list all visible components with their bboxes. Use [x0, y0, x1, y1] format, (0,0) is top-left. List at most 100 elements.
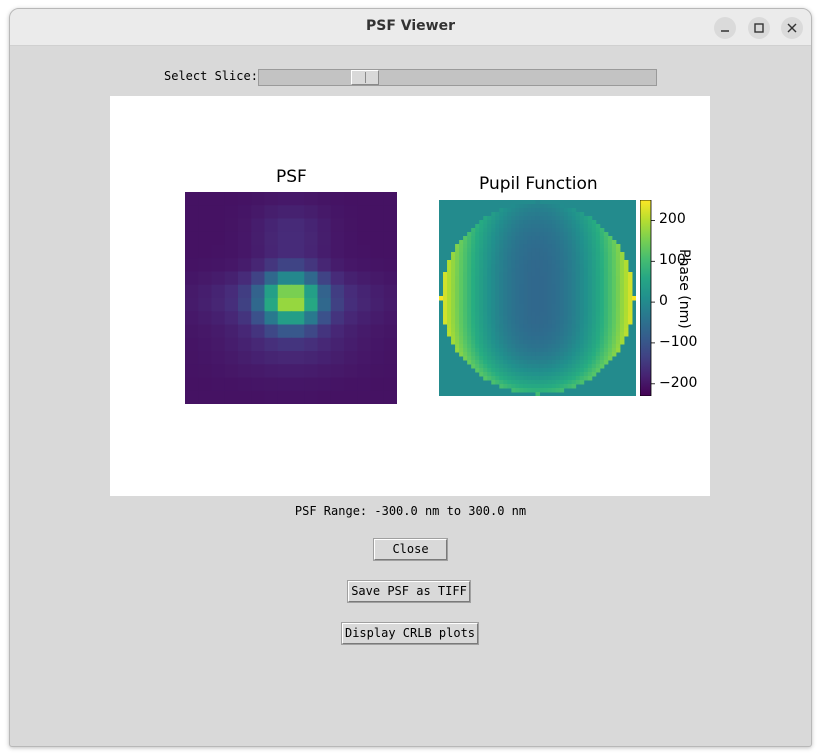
- pupil-pixel: [619, 332, 625, 337]
- pupil-pixel: [563, 280, 569, 285]
- pupil-pixel: [543, 308, 549, 313]
- pupil-pixel: [623, 304, 629, 309]
- pupil-pixel: [483, 236, 488, 241]
- pupil-pixel: [591, 368, 597, 373]
- pupil-pixel: [459, 316, 464, 321]
- pupil-pixel: [507, 328, 512, 333]
- pupil-pixel: [559, 376, 565, 381]
- pupil-pixel: [599, 324, 605, 329]
- pupil-pixel: [559, 372, 565, 377]
- pupil-pixel: [491, 376, 496, 381]
- pupil-pixel: [455, 344, 460, 349]
- pupil-pixel: [483, 276, 488, 281]
- slice-slider[interactable]: [258, 69, 657, 86]
- pupil-pixel: [615, 280, 621, 285]
- pupil-pixel: [503, 304, 508, 309]
- pupil-pixel: [547, 352, 553, 357]
- pupil-pixel: [443, 304, 448, 309]
- pupil-pixel: [507, 240, 512, 245]
- pupil-pixel: [443, 316, 448, 321]
- pupil-pixel: [463, 324, 468, 329]
- pupil-pixel: [607, 344, 613, 349]
- pupil-pixel: [519, 256, 524, 261]
- psf-pixel: [317, 390, 332, 404]
- pupil-pixel: [567, 336, 573, 341]
- pupil-pixel: [539, 216, 545, 221]
- pupil-pixel: [511, 292, 516, 297]
- pupil-pixel: [523, 300, 528, 305]
- display-crlb-plots-button[interactable]: Display CRLB plots: [341, 622, 479, 645]
- pupil-pixel: [567, 328, 573, 333]
- pupil-pixel: [527, 236, 532, 241]
- pupil-pixel: [579, 360, 585, 365]
- pupil-pixel: [495, 368, 500, 373]
- pupil-pixel: [471, 228, 476, 233]
- pupil-pixel: [495, 376, 500, 381]
- psf-pixel: [344, 258, 358, 273]
- pupil-pixel: [559, 340, 565, 345]
- pupil-pixel: [587, 280, 593, 285]
- pupil-pixel: [555, 368, 561, 373]
- psf-pixel: [304, 205, 319, 220]
- pupil-pixel: [467, 300, 472, 305]
- pupil-pixel: [547, 336, 553, 341]
- minimize-button[interactable]: [714, 17, 736, 39]
- pupil-pixel: [575, 372, 581, 377]
- pupil-pixel: [627, 292, 633, 297]
- psf-pixel: [211, 284, 226, 299]
- pupil-pixel: [547, 220, 553, 225]
- pupil-pixel: [499, 224, 504, 229]
- psf-pixel: [344, 218, 358, 233]
- pupil-pixel: [503, 376, 508, 381]
- pupil-pixel: [503, 316, 508, 321]
- pupil-pixel: [547, 368, 553, 373]
- pupil-pixel: [515, 268, 520, 273]
- pupil-pixel: [591, 372, 597, 377]
- psf-pixel: [185, 311, 199, 326]
- pupil-pixel: [523, 344, 528, 349]
- save-psf-tiff-button[interactable]: Save PSF as TIFF: [347, 580, 471, 603]
- pupil-pixel: [555, 328, 561, 333]
- pupil-pixel: [475, 344, 480, 349]
- pupil-pixel: [587, 232, 593, 237]
- pupil-pixel: [531, 312, 536, 317]
- pupil-pixel: [527, 348, 532, 353]
- pupil-pixel: [579, 296, 585, 301]
- pupil-pixel: [531, 356, 536, 361]
- pupil-pixel: [475, 276, 480, 281]
- maximize-button[interactable]: [748, 17, 770, 39]
- slice-slider-thumb[interactable]: [351, 70, 379, 85]
- pupil-pixel: [463, 280, 468, 285]
- pupil-pixel: [567, 288, 573, 293]
- pupil-pixel: [515, 368, 520, 373]
- pupil-pixel: [479, 324, 484, 329]
- pupil-pixel: [463, 332, 468, 337]
- pupil-pixel: [619, 288, 625, 293]
- pupil-pixel: [611, 320, 617, 325]
- pupil-pixel: [567, 300, 573, 305]
- pupil-pixel: [607, 324, 613, 329]
- psf-pixel: [291, 337, 305, 352]
- psf-pixel: [238, 271, 252, 286]
- pupil-pixel: [471, 288, 476, 293]
- pupil-pixel: [575, 288, 581, 293]
- pupil-pixel: [547, 288, 553, 293]
- close-button[interactable]: Close: [373, 538, 448, 561]
- psf-pixel: [344, 311, 358, 326]
- pupil-pixel: [563, 364, 569, 369]
- pupil-pixel: [519, 260, 524, 265]
- pupil-pixel: [467, 320, 472, 325]
- pupil-pixel: [507, 256, 512, 261]
- pupil-pixel: [535, 260, 541, 265]
- pupil-pixel: [455, 280, 460, 285]
- pupil-pixel: [443, 308, 448, 313]
- pupil-pixel: [603, 352, 609, 357]
- psf-pixel: [277, 205, 292, 220]
- close-window-button[interactable]: [781, 17, 803, 39]
- pupil-pixel: [551, 268, 557, 273]
- psf-pixel: [224, 324, 239, 339]
- pupil-pixel: [463, 240, 468, 245]
- pupil-pixel: [503, 384, 508, 389]
- pupil-pixel: [451, 320, 456, 325]
- pupil-pixel: [543, 256, 549, 261]
